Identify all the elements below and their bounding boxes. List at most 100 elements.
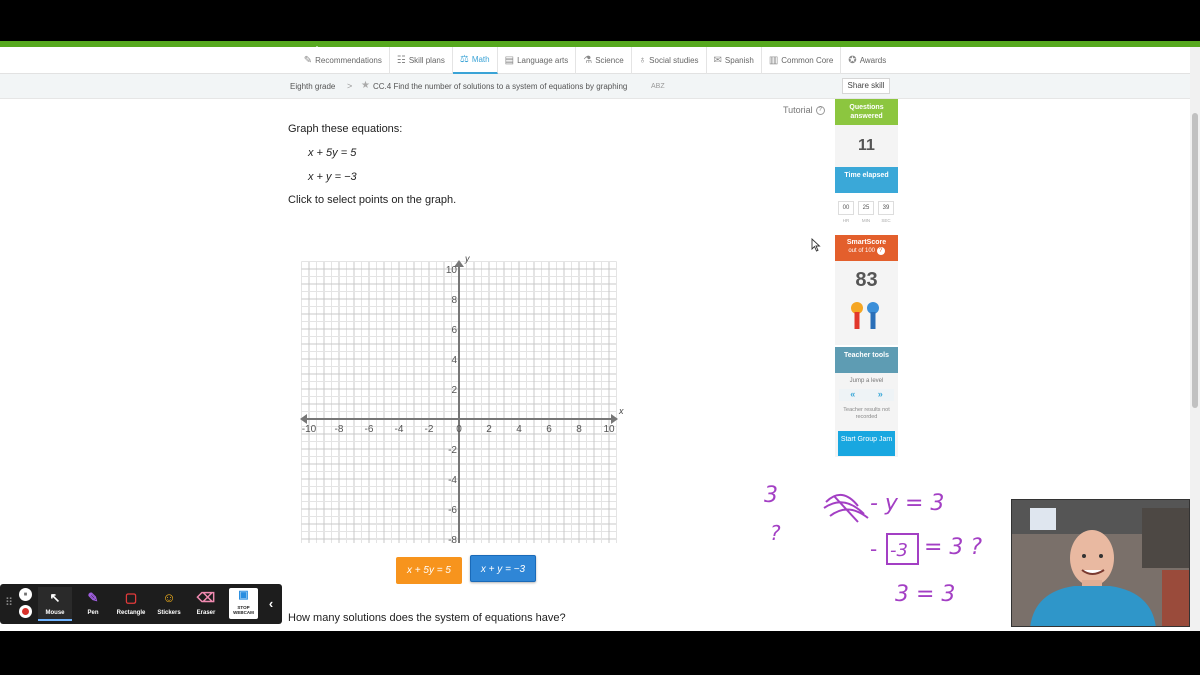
share-skill-button[interactable]: Share skill: [842, 78, 890, 94]
help-icon: ?: [815, 106, 825, 116]
y-tick-label: -2: [448, 445, 457, 456]
equation-2-button[interactable]: x + y = −3: [470, 555, 536, 582]
scrollbar-thumb[interactable]: [1192, 113, 1198, 408]
x-tick-label: 8: [576, 424, 582, 435]
ixl-page: ✎ Recommendations ☷ Skill plans ⚖ Math ▤ Lan…: [0, 41, 1200, 631]
math-icon: ⚖: [459, 53, 469, 65]
smartscore-sub: out of 100 ?: [837, 247, 896, 256]
equation-2: x + y = −3: [308, 171, 357, 183]
jump-level-label: Jump a level: [849, 378, 884, 384]
ink-left-3: 3: [764, 483, 778, 508]
breadcrumb-skill: CC.4 Find the number of solutions to a s…: [373, 82, 628, 91]
skill-plans-icon: ☷: [396, 54, 406, 66]
webcam-person-image: [1012, 500, 1189, 626]
ink-box-prefix: -: [870, 537, 877, 561]
webcam-icon: ▣: [238, 589, 249, 601]
ink-line3: 3 = 3: [895, 582, 955, 607]
sticker-icon: ☺: [162, 590, 176, 605]
smartscore-label: SmartScore: [846, 239, 887, 246]
star-icon[interactable]: ★: [361, 80, 370, 91]
page-scrollbar[interactable]: [1190, 47, 1200, 631]
breadcrumb-grade[interactable]: Eighth grade: [290, 82, 335, 91]
nav-label: Spanish: [724, 55, 754, 65]
tool-label: Pen: [87, 610, 99, 616]
ink-scribble: [823, 494, 869, 523]
smartscore-header: SmartScore out of 100 ?: [835, 235, 898, 261]
nav-science[interactable]: ⚗ Science: [576, 46, 632, 74]
collapse-toolbar-button[interactable]: ‹: [263, 587, 279, 621]
nav-skill-plans[interactable]: ☷ Skill plans: [390, 46, 453, 74]
timer-minutes: 25: [858, 201, 874, 215]
subject-nav: ✎ Recommendations ☷ Skill plans ⚖ Math ▤ Lan…: [0, 46, 1190, 74]
start-group-jam-button[interactable]: Start Group Jam: [838, 431, 895, 456]
nav-social-studies[interactable]: ♁ Social studies: [632, 46, 707, 74]
awards-icon: ✪: [848, 54, 857, 66]
y-tick-label: -6: [448, 505, 457, 516]
nav-math[interactable]: ⚖ Math: [452, 46, 498, 74]
nav-spanish[interactable]: ✉ Spanish: [707, 46, 762, 74]
y-tick-label: 10: [446, 265, 458, 276]
results-note: Teacher results not recorded: [843, 407, 890, 420]
nav-label: Skill plans: [408, 55, 445, 65]
nav-recommendations[interactable]: ✎ Recommendations: [297, 46, 390, 74]
equation-1: x + 5y = 5: [308, 147, 357, 159]
timer-seconds: 39: [878, 201, 894, 215]
recommendations-icon: ✎: [303, 54, 313, 66]
questions-answered-label: Questions answered: [835, 99, 898, 125]
record-button[interactable]: [19, 605, 32, 618]
teacher-tools-label: Teacher tools: [835, 347, 898, 373]
tutorial-link[interactable]: Tutorial?: [783, 105, 825, 116]
pen-icon: ✎: [87, 590, 99, 605]
smartscore-panel: 83: [835, 261, 898, 345]
handwritten-annotations: 3 ? - y = 3 - -3 = 3 ? 3 = 3: [764, 483, 982, 607]
webcam-eye-left: [1082, 554, 1086, 558]
webcam-overlay: [1011, 499, 1190, 627]
coordinate-graph[interactable]: xy-10-8-6-4-20246810108642-2-4-6-8-10: [300, 213, 635, 543]
x-tick-label: -2: [425, 424, 434, 435]
drag-grip-icon[interactable]: ⠿: [5, 596, 13, 609]
mouse-tool-button[interactable]: ↖ Mouse: [38, 587, 72, 621]
timer-minutes-label: MIN: [861, 218, 871, 223]
equation-1-button[interactable]: x + 5y = 5: [396, 557, 462, 584]
eraser-tool-button[interactable]: ⌫ Eraser: [189, 587, 223, 621]
stickers-tool-button[interactable]: ☺ Stickers: [152, 587, 186, 621]
tool-label: Mouse: [45, 610, 65, 616]
jump-back-button[interactable]: «: [850, 389, 855, 401]
webcam-window: [1142, 508, 1189, 568]
gold-ribbon-tail: [854, 312, 860, 329]
webcam-door: [1162, 570, 1189, 626]
x-tick-label: 10: [603, 424, 615, 435]
breadcrumb: Eighth grade > ★ CC.4 Find the number of…: [0, 74, 1190, 99]
chevron-right-icon: >: [347, 81, 353, 91]
jump-forward-button[interactable]: »: [878, 389, 883, 401]
tool-label: Stickers: [157, 610, 181, 616]
smartscore-value: 83: [855, 269, 878, 291]
x-tick-label: -8: [335, 424, 344, 435]
nav-awards[interactable]: ✪ Awards: [841, 47, 893, 74]
stop-webcam-button[interactable]: ▣ STOP WEBCAM: [229, 588, 258, 619]
webcam-face: [1070, 530, 1114, 586]
nav-label: Math: [471, 54, 490, 64]
rectangle-tool-button[interactable]: ▢ Rectangle: [112, 587, 150, 621]
nav-label: Science: [595, 55, 624, 65]
smartscore-sub-label: out of 100: [848, 248, 876, 254]
pause-button[interactable]: ⏸: [19, 588, 32, 601]
blue-ribbon-tail: [870, 312, 876, 329]
nav-label: Social studies: [649, 55, 699, 65]
nav-common-core[interactable]: ▥ Common Core: [762, 46, 842, 74]
rectangle-icon: ▢: [124, 590, 138, 605]
language-arts-icon: ▤: [504, 54, 515, 66]
x-tick-label: 0: [456, 424, 462, 435]
help-icon[interactable]: ?: [876, 247, 885, 255]
x-tick-label: -10: [302, 424, 317, 435]
nav-label: Awards: [859, 55, 887, 65]
pen-tool-button[interactable]: ✎ Pen: [76, 587, 110, 621]
teacher-tools-panel: Jump a level « » Teacher results not rec…: [835, 373, 898, 457]
x-tick-label: 4: [516, 424, 522, 435]
nav-label: Language arts: [517, 55, 569, 65]
instruction-text: Click to select points on the graph.: [288, 194, 457, 206]
timer: 00 25 39 HR MIN SEC: [835, 193, 898, 235]
nav-language-arts[interactable]: ▤ Language arts: [498, 46, 577, 74]
timer-hours: 00: [838, 201, 854, 215]
webcam-poster: [1030, 508, 1056, 530]
